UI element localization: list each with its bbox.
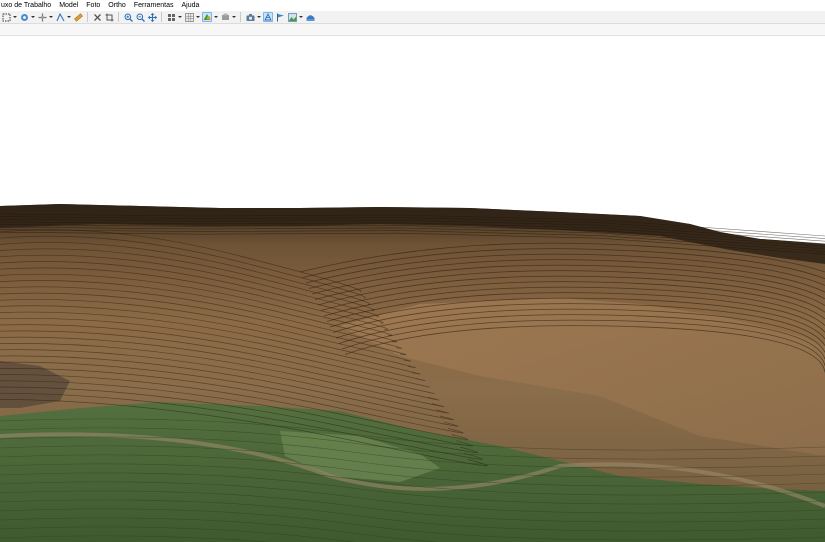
- secondary-toolbar: [0, 24, 825, 36]
- navigate-icon[interactable]: [37, 12, 47, 22]
- flag-icon[interactable]: [275, 12, 285, 22]
- menu-help[interactable]: Ajuda: [178, 0, 204, 11]
- delete-icon[interactable]: [92, 12, 102, 22]
- chevron-down-icon[interactable]: [299, 12, 303, 22]
- chevron-down-icon[interactable]: [257, 12, 261, 22]
- separator: [240, 12, 241, 22]
- select-rect-icon[interactable]: [1, 12, 11, 22]
- menu-tools[interactable]: Ferramentas: [130, 0, 178, 11]
- chevron-down-icon[interactable]: [214, 12, 218, 22]
- zoom-out-icon[interactable]: [135, 12, 145, 22]
- chevron-down-icon[interactable]: [196, 12, 200, 22]
- ruler-icon[interactable]: [55, 12, 65, 22]
- measure-icon[interactable]: [73, 12, 83, 22]
- terrain-model: [0, 204, 825, 542]
- grid-alt-icon[interactable]: [184, 12, 194, 22]
- rotate-icon[interactable]: [19, 12, 29, 22]
- grid-icon[interactable]: [166, 12, 176, 22]
- chevron-down-icon[interactable]: [49, 12, 53, 22]
- separator: [161, 12, 162, 22]
- chevron-down-icon[interactable]: [67, 12, 71, 22]
- zoom-in-icon[interactable]: [123, 12, 133, 22]
- chevron-down-icon[interactable]: [232, 12, 236, 22]
- chevron-down-icon[interactable]: [31, 12, 35, 22]
- menu-bar: uxo de Trabalho Model Foto Ortho Ferrame…: [0, 0, 825, 11]
- solid-icon[interactable]: [220, 12, 230, 22]
- 3d-model-viewport[interactable]: [0, 36, 825, 542]
- menu-workflow[interactable]: uxo de Trabalho: [0, 0, 55, 11]
- menu-ortho[interactable]: Ortho: [104, 0, 130, 11]
- texture-icon[interactable]: [202, 12, 212, 22]
- menu-photo[interactable]: Foto: [82, 0, 104, 11]
- dem-icon[interactable]: [305, 12, 315, 22]
- chevron-down-icon[interactable]: [13, 12, 17, 22]
- menu-model[interactable]: Model: [55, 0, 82, 11]
- camera-icon[interactable]: [245, 12, 255, 22]
- separator: [118, 12, 119, 22]
- chevron-down-icon[interactable]: [178, 12, 182, 22]
- crop-icon[interactable]: [104, 12, 114, 22]
- separator: [87, 12, 88, 22]
- image-icon[interactable]: [287, 12, 297, 22]
- toolbar: [0, 11, 825, 24]
- move-icon[interactable]: [147, 12, 157, 22]
- shading-icon[interactable]: [263, 12, 273, 22]
